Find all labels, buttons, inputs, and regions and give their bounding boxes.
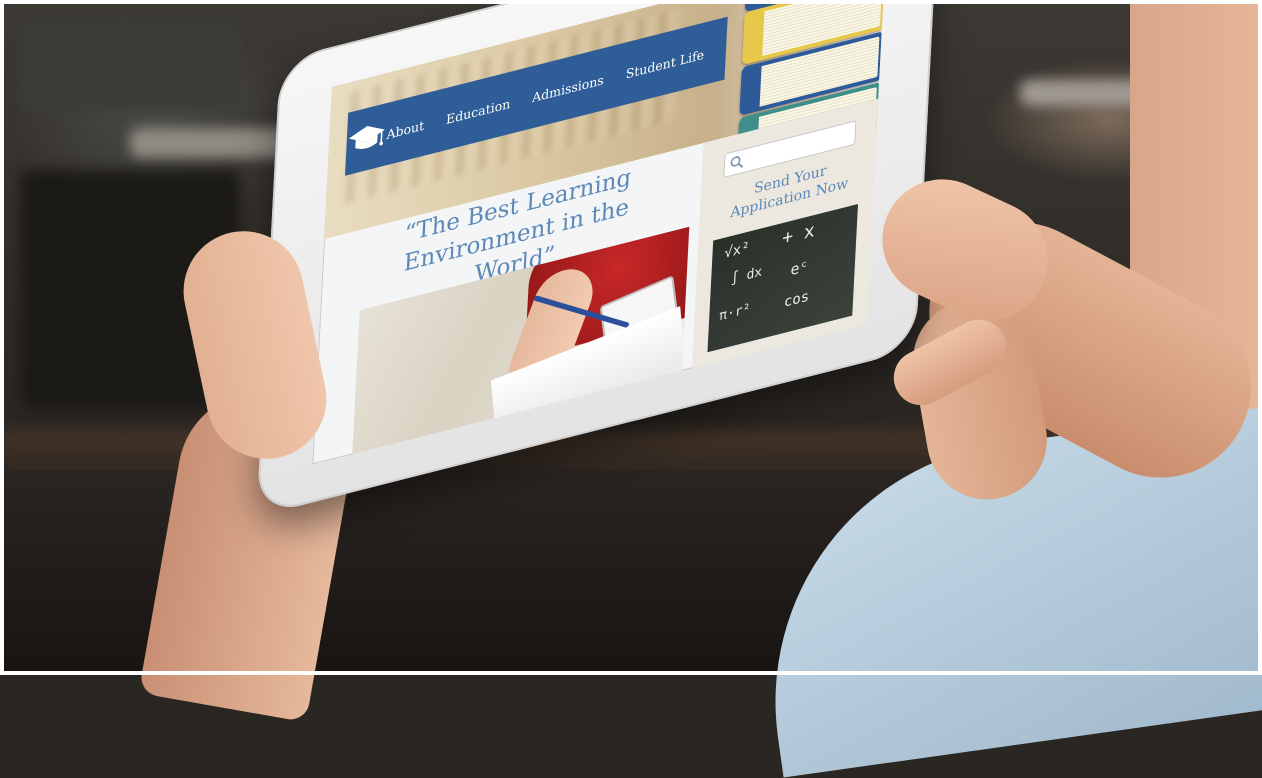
nav-item-admissions[interactable]: Admissions bbox=[532, 71, 604, 104]
nav-item-about[interactable]: About bbox=[386, 117, 424, 142]
chalkboard-image: √x² + x ∫ dx eᶜ π·r² cos bbox=[707, 203, 859, 353]
sidebar: Send Your Application Now √x² + x ∫ dx e… bbox=[691, 98, 879, 369]
search-icon bbox=[730, 156, 744, 168]
nav-item-student-life[interactable]: Student Life bbox=[625, 46, 704, 81]
graduation-cap-icon[interactable] bbox=[345, 103, 388, 176]
nav-item-education[interactable]: Education bbox=[446, 95, 511, 126]
background-shelf bbox=[20, 20, 240, 110]
